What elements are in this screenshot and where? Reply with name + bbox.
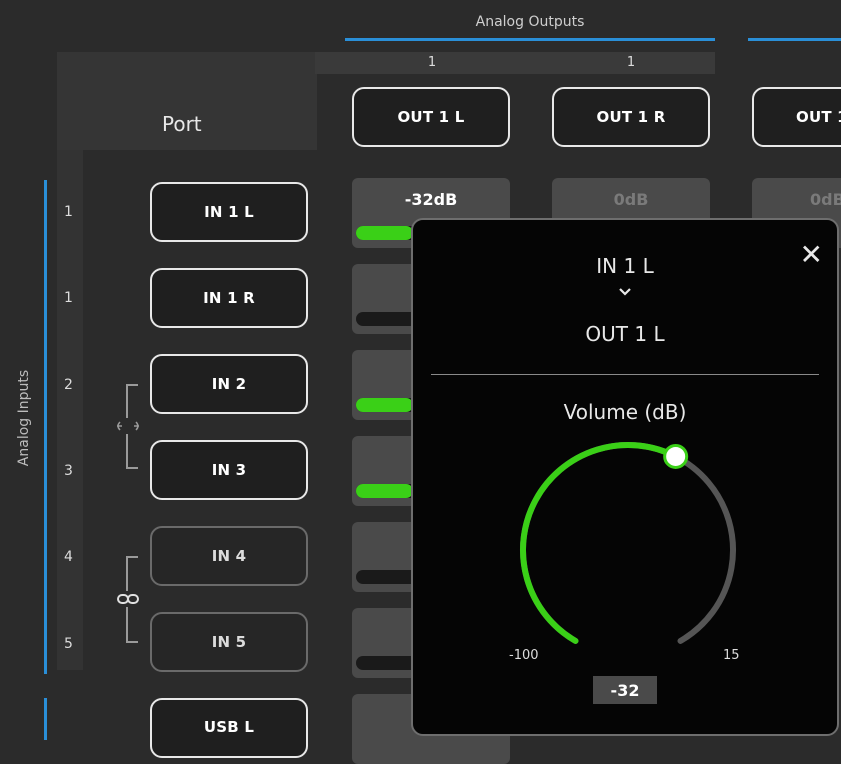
input-label: IN 5 (211, 633, 247, 651)
row-number: 1 (64, 204, 73, 220)
bracket-tick (126, 556, 138, 558)
output-number: 1 (427, 55, 437, 70)
popup-source-label: IN 1 L (596, 254, 654, 278)
volume-min-label: -100 (509, 648, 539, 663)
input-button-in-4[interactable]: IN 4 (150, 526, 308, 586)
bracket-tick (126, 641, 138, 643)
cell-gain-label: 0dB (810, 190, 841, 209)
row-number: 2 (64, 377, 73, 393)
row-number: 4 (64, 549, 73, 565)
bracket-tick (126, 384, 138, 386)
output-button-out-1-r[interactable]: OUT 1 R (552, 87, 710, 147)
volume-max-label: 15 (723, 648, 740, 663)
output-button-out-1-l[interactable]: OUT 1 L (352, 87, 510, 147)
input-label: IN 1 R (203, 289, 255, 307)
link-icon[interactable] (113, 591, 143, 607)
popup-destination-label: OUT 1 L (585, 322, 665, 346)
analog-inputs-title: Analog Inputs (16, 369, 33, 467)
input-button-in-1-l[interactable]: IN 1 L (150, 182, 308, 242)
unlink-icon[interactable] (113, 418, 143, 434)
input-button-in-5[interactable]: IN 5 (150, 612, 308, 672)
volume-value[interactable]: -32 (593, 676, 657, 704)
cell-gain-label: -32dB (404, 190, 458, 209)
volume-title: Volume (dB) (563, 400, 687, 424)
input-button-in-2[interactable]: IN 2 (150, 354, 308, 414)
output-number: 1 (626, 55, 636, 70)
outputs-group-underline-2 (748, 38, 841, 41)
analog-outputs-title: Analog Outputs (475, 14, 585, 30)
dial-knob[interactable] (663, 443, 689, 469)
inputs-group-line (44, 180, 47, 674)
chevron-down-icon (413, 282, 837, 301)
output-label: OUT 1 R (596, 108, 666, 126)
popup-divider (431, 374, 819, 375)
bracket-tick (126, 467, 138, 469)
input-label: USB L (203, 718, 255, 736)
input-label: IN 3 (211, 461, 247, 479)
row-number: 3 (64, 463, 73, 479)
outputs-group-underline (345, 38, 715, 41)
dial-fill (520, 442, 679, 644)
port-label: Port (162, 112, 202, 136)
inputs-side-strip (57, 150, 83, 670)
usb-group-line (44, 698, 47, 740)
output-button-out-1[interactable]: OUT 1 (752, 87, 841, 147)
input-label: IN 1 L (204, 203, 254, 221)
input-button-in-1-r[interactable]: IN 1 R (150, 268, 308, 328)
input-label: IN 4 (211, 547, 247, 565)
output-label: OUT 1 L (397, 108, 465, 126)
row-number: 5 (64, 636, 73, 652)
row-number: 1 (64, 290, 73, 306)
crosspoint-volume-popup: ✕ IN 1 L OUT 1 L Volume (dB) -100 15 -32 (411, 218, 839, 736)
input-button-usb-l[interactable]: USB L (150, 698, 308, 758)
cell-gain-label: 0dB (613, 190, 649, 209)
volume-dial[interactable] (508, 430, 748, 670)
output-label: OUT 1 (796, 108, 841, 126)
input-button-in-3[interactable]: IN 3 (150, 440, 308, 500)
input-label: IN 2 (211, 375, 247, 393)
